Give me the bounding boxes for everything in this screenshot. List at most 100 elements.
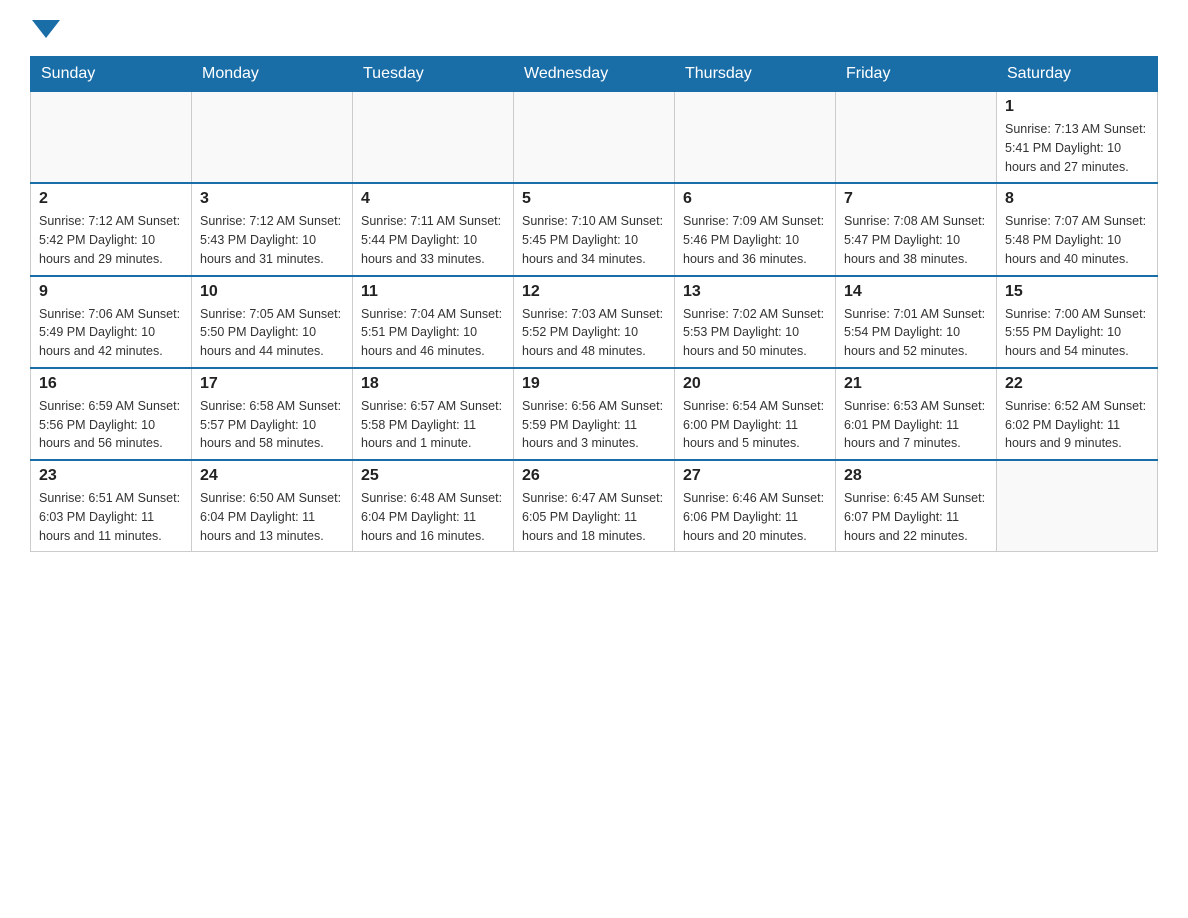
calendar-day-cell: 24 Sunrise: 6:50 AM Sunset: 6:04 PM Dayli… — [192, 460, 353, 552]
calendar-day-cell — [836, 92, 997, 184]
calendar-day-cell — [997, 460, 1158, 552]
calendar-week-row: 9 Sunrise: 7:06 AM Sunset: 5:49 PM Daylig… — [31, 276, 1158, 368]
calendar-day-cell: 26Sunrise: 6:47 AM Sunset: 6:05 PM Dayli… — [514, 460, 675, 552]
day-number: 15 — [1005, 283, 1149, 301]
day-info: Sunrise: 7:00 AM Sunset: 5:55 PM Dayligh… — [1005, 305, 1149, 361]
calendar-day-cell — [675, 92, 836, 184]
day-number: 22 — [1005, 375, 1149, 393]
day-info: Sunrise: 7:02 AM Sunset: 5:53 PM Dayligh… — [683, 305, 827, 361]
day-info: Sunrise: 6:45 AM Sunset: 6:07 PM Dayligh… — [844, 489, 988, 545]
calendar-day-cell: 1 Sunrise: 7:13 AM Sunset: 5:41 PM Daylig… — [997, 92, 1158, 184]
day-info: Sunrise: 7:08 AM Sunset: 5:47 PM Dayligh… — [844, 212, 988, 268]
calendar-day-cell: 28 Sunrise: 6:45 AM Sunset: 6:07 PM Dayli… — [836, 460, 997, 552]
calendar-day-cell: 13 Sunrise: 7:02 AM Sunset: 5:53 PM Dayli… — [675, 276, 836, 368]
day-info: Sunrise: 6:47 AM Sunset: 6:05 PM Dayligh… — [522, 489, 666, 545]
calendar-day-cell: 18 Sunrise: 6:57 AM Sunset: 5:58 PM Dayli… — [353, 368, 514, 460]
day-number: 13 — [683, 283, 827, 301]
day-number: 9 — [39, 283, 183, 301]
day-info: Sunrise: 6:50 AM Sunset: 6:04 PM Dayligh… — [200, 489, 344, 545]
day-number: 21 — [844, 375, 988, 393]
calendar-day-cell: 4 Sunrise: 7:11 AM Sunset: 5:44 PM Daylig… — [353, 183, 514, 275]
calendar-day-cell: 20 Sunrise: 6:54 AM Sunset: 6:00 PM Dayli… — [675, 368, 836, 460]
calendar-day-cell — [514, 92, 675, 184]
day-info: Sunrise: 6:46 AM Sunset: 6:06 PM Dayligh… — [683, 489, 827, 545]
calendar-day-cell: 2 Sunrise: 7:12 AM Sunset: 5:42 PM Daylig… — [31, 183, 192, 275]
day-number: 11 — [361, 283, 505, 301]
calendar-day-cell: 7 Sunrise: 7:08 AM Sunset: 5:47 PM Daylig… — [836, 183, 997, 275]
calendar-day-cell: 16Sunrise: 6:59 AM Sunset: 5:56 PM Dayli… — [31, 368, 192, 460]
calendar-table: SundayMondayTuesdayWednesdayThursdayFrid… — [30, 56, 1158, 552]
day-number: 6 — [683, 190, 827, 208]
day-info: Sunrise: 7:04 AM Sunset: 5:51 PM Dayligh… — [361, 305, 505, 361]
day-info: Sunrise: 7:01 AM Sunset: 5:54 PM Dayligh… — [844, 305, 988, 361]
calendar-day-cell: 19 Sunrise: 6:56 AM Sunset: 5:59 PM Dayli… — [514, 368, 675, 460]
calendar-day-cell: 3 Sunrise: 7:12 AM Sunset: 5:43 PM Daylig… — [192, 183, 353, 275]
day-info: Sunrise: 6:59 AM Sunset: 5:56 PM Dayligh… — [39, 397, 183, 453]
column-header-wednesday: Wednesday — [514, 57, 675, 92]
day-number: 17 — [200, 375, 344, 393]
day-info: Sunrise: 7:11 AM Sunset: 5:44 PM Dayligh… — [361, 212, 505, 268]
column-header-thursday: Thursday — [675, 57, 836, 92]
day-number: 14 — [844, 283, 988, 301]
day-number: 12 — [522, 283, 666, 301]
day-number: 3 — [200, 190, 344, 208]
day-info: Sunrise: 6:54 AM Sunset: 6:00 PM Dayligh… — [683, 397, 827, 453]
day-number: 2 — [39, 190, 183, 208]
column-header-monday: Monday — [192, 57, 353, 92]
day-number: 24 — [200, 467, 344, 485]
day-info: Sunrise: 6:53 AM Sunset: 6:01 PM Dayligh… — [844, 397, 988, 453]
day-info: Sunrise: 7:12 AM Sunset: 5:43 PM Dayligh… — [200, 212, 344, 268]
calendar-day-cell: 11 Sunrise: 7:04 AM Sunset: 5:51 PM Dayli… — [353, 276, 514, 368]
logo-arrow-icon — [32, 20, 60, 38]
calendar-week-row: 23 Sunrise: 6:51 AM Sunset: 6:03 PM Dayli… — [31, 460, 1158, 552]
calendar-day-cell: 10 Sunrise: 7:05 AM Sunset: 5:50 PM Dayli… — [192, 276, 353, 368]
day-number: 23 — [39, 467, 183, 485]
calendar-day-cell: 22Sunrise: 6:52 AM Sunset: 6:02 PM Dayli… — [997, 368, 1158, 460]
calendar-day-cell: 6Sunrise: 7:09 AM Sunset: 5:46 PM Daylig… — [675, 183, 836, 275]
calendar-week-row: 2 Sunrise: 7:12 AM Sunset: 5:42 PM Daylig… — [31, 183, 1158, 275]
page-header — [30, 20, 1158, 36]
calendar-day-cell: 5 Sunrise: 7:10 AM Sunset: 5:45 PM Daylig… — [514, 183, 675, 275]
day-info: Sunrise: 7:06 AM Sunset: 5:49 PM Dayligh… — [39, 305, 183, 361]
day-info: Sunrise: 6:58 AM Sunset: 5:57 PM Dayligh… — [200, 397, 344, 453]
calendar-day-cell: 15 Sunrise: 7:00 AM Sunset: 5:55 PM Dayli… — [997, 276, 1158, 368]
day-info: Sunrise: 7:10 AM Sunset: 5:45 PM Dayligh… — [522, 212, 666, 268]
day-info: Sunrise: 7:12 AM Sunset: 5:42 PM Dayligh… — [39, 212, 183, 268]
column-header-saturday: Saturday — [997, 57, 1158, 92]
calendar-day-cell: 9 Sunrise: 7:06 AM Sunset: 5:49 PM Daylig… — [31, 276, 192, 368]
calendar-day-cell: 23 Sunrise: 6:51 AM Sunset: 6:03 PM Dayli… — [31, 460, 192, 552]
day-number: 4 — [361, 190, 505, 208]
calendar-week-row: 16Sunrise: 6:59 AM Sunset: 5:56 PM Dayli… — [31, 368, 1158, 460]
calendar-day-cell: 14 Sunrise: 7:01 AM Sunset: 5:54 PM Dayli… — [836, 276, 997, 368]
calendar-day-cell: 12Sunrise: 7:03 AM Sunset: 5:52 PM Dayli… — [514, 276, 675, 368]
column-header-tuesday: Tuesday — [353, 57, 514, 92]
calendar-day-cell — [31, 92, 192, 184]
day-number: 28 — [844, 467, 988, 485]
day-number: 1 — [1005, 98, 1149, 116]
day-number: 25 — [361, 467, 505, 485]
calendar-header-row: SundayMondayTuesdayWednesdayThursdayFrid… — [31, 57, 1158, 92]
calendar-week-row: 1 Sunrise: 7:13 AM Sunset: 5:41 PM Daylig… — [31, 92, 1158, 184]
day-info: Sunrise: 6:57 AM Sunset: 5:58 PM Dayligh… — [361, 397, 505, 453]
day-number: 8 — [1005, 190, 1149, 208]
calendar-day-cell — [353, 92, 514, 184]
day-info: Sunrise: 7:07 AM Sunset: 5:48 PM Dayligh… — [1005, 212, 1149, 268]
logo — [30, 20, 62, 36]
day-number: 20 — [683, 375, 827, 393]
day-info: Sunrise: 6:48 AM Sunset: 6:04 PM Dayligh… — [361, 489, 505, 545]
day-number: 27 — [683, 467, 827, 485]
calendar-day-cell: 17 Sunrise: 6:58 AM Sunset: 5:57 PM Dayli… — [192, 368, 353, 460]
day-number: 18 — [361, 375, 505, 393]
day-info: Sunrise: 6:56 AM Sunset: 5:59 PM Dayligh… — [522, 397, 666, 453]
day-info: Sunrise: 7:05 AM Sunset: 5:50 PM Dayligh… — [200, 305, 344, 361]
calendar-day-cell: 27 Sunrise: 6:46 AM Sunset: 6:06 PM Dayli… — [675, 460, 836, 552]
column-header-friday: Friday — [836, 57, 997, 92]
calendar-day-cell: 25 Sunrise: 6:48 AM Sunset: 6:04 PM Dayli… — [353, 460, 514, 552]
day-number: 10 — [200, 283, 344, 301]
day-info: Sunrise: 7:13 AM Sunset: 5:41 PM Dayligh… — [1005, 120, 1149, 176]
calendar-day-cell: 8 Sunrise: 7:07 AM Sunset: 5:48 PM Daylig… — [997, 183, 1158, 275]
day-number: 5 — [522, 190, 666, 208]
day-number: 7 — [844, 190, 988, 208]
day-info: Sunrise: 6:51 AM Sunset: 6:03 PM Dayligh… — [39, 489, 183, 545]
day-number: 19 — [522, 375, 666, 393]
